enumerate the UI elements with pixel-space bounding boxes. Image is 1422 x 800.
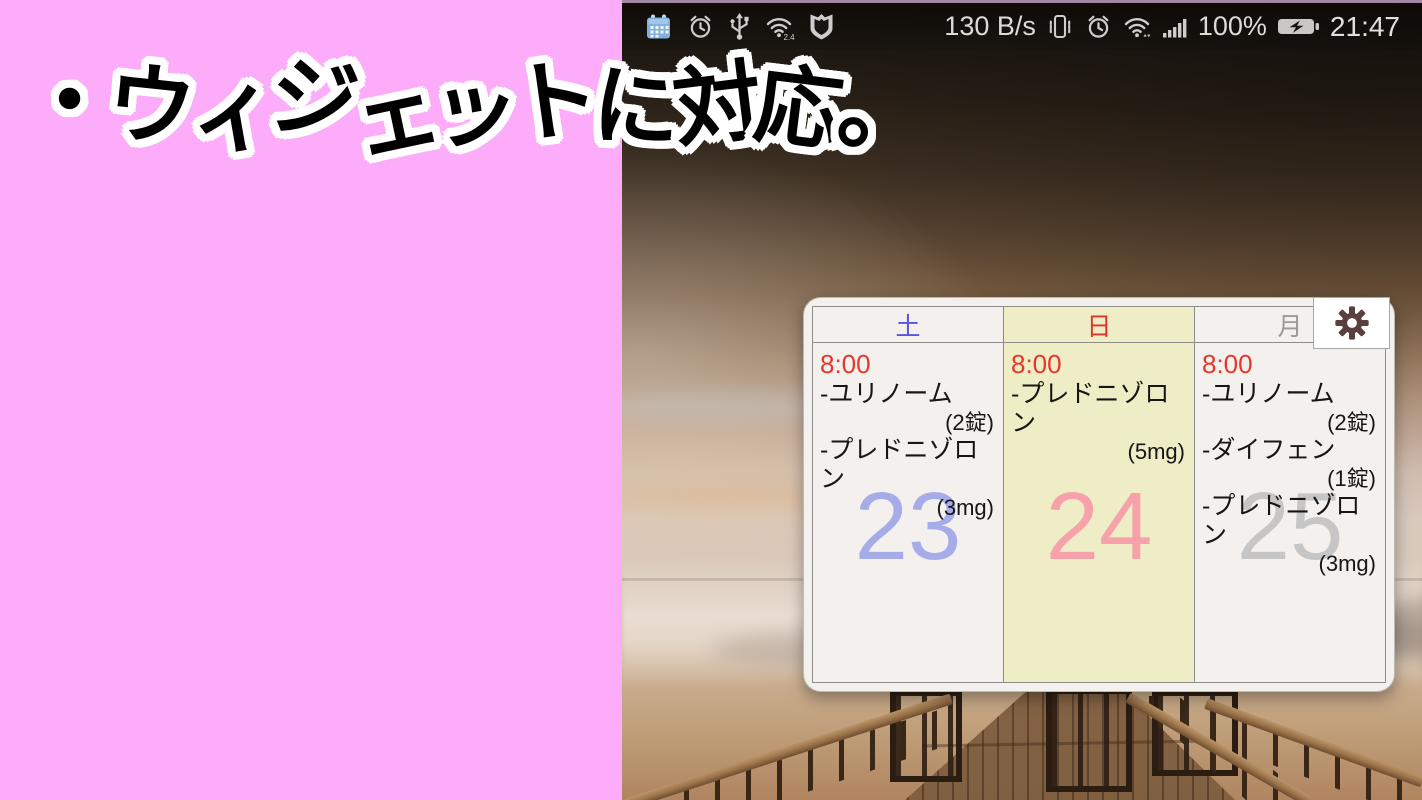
med-name: -プレドニゾロン bbox=[1011, 380, 1170, 437]
clock-label: 21:47 bbox=[1329, 10, 1400, 42]
pier-gate-frame bbox=[1046, 688, 1132, 792]
alarm-icon bbox=[1088, 15, 1109, 38]
usb-icon bbox=[730, 13, 749, 40]
med-dose: (3mg) bbox=[1318, 551, 1376, 576]
med-dose: (2錠) bbox=[945, 410, 994, 435]
day-column-saturday[interactable]: 8:00 -ユリノーム (2錠) -プレドニゾロン (3mg) 23 bbox=[813, 343, 1004, 682]
day-header-sunday[interactable]: 日 bbox=[1004, 307, 1195, 342]
net-speed-label: 130 B/s bbox=[944, 11, 1036, 41]
widget-day-header: 土 日 月 bbox=[813, 307, 1385, 343]
day-column-monday[interactable]: 8:00 -ユリノーム (2錠) -ダイフェン (1錠) -プレドニゾロン (3… bbox=[1195, 343, 1385, 682]
med-dose: (2錠) bbox=[1327, 410, 1376, 435]
med-dose: (1錠) bbox=[1327, 466, 1376, 491]
med-name: -プレドニゾロン bbox=[820, 436, 979, 493]
date-number: 24 bbox=[1045, 473, 1153, 580]
dose-time: 8:00 bbox=[1011, 349, 1062, 379]
shield-icon bbox=[810, 14, 833, 40]
status-bar-left: 2.4 bbox=[644, 12, 835, 41]
widget-body: 8:00 -ユリノーム (2錠) -プレドニゾロン (3mg) 23 8:00 … bbox=[813, 343, 1385, 682]
med-name: -ダイフェン bbox=[1202, 436, 1336, 464]
status-bar-right: 130 B/s 100% 21:47 bbox=[944, 11, 1400, 43]
widget-frame: 土 日 月 8:00 -ユリノーム (2錠) -プレドニゾロン (3mg) 23… bbox=[812, 306, 1386, 683]
med-dose: (5mg) bbox=[1127, 439, 1185, 464]
med-name: -ユリノーム bbox=[1202, 380, 1335, 408]
day-header-saturday[interactable]: 土 bbox=[813, 307, 1004, 342]
med-name: -プレドニゾロン bbox=[1202, 492, 1361, 549]
screen-top-line bbox=[622, 0, 1422, 3]
alarm-icon bbox=[690, 15, 711, 38]
dose-time: 8:00 bbox=[820, 349, 871, 379]
wifi-icon bbox=[1124, 17, 1151, 38]
battery-percent-label: 100% bbox=[1197, 11, 1267, 41]
calendar-icon bbox=[647, 14, 670, 39]
wifi-band-label: 2.4 bbox=[784, 33, 796, 41]
screenshot-root: ・ウィジェットに対応。 2.4 130 B/s 100% 21:47 土 日 月… bbox=[0, 0, 1422, 800]
widget-settings-button[interactable] bbox=[1313, 297, 1390, 349]
medication-widget[interactable]: 土 日 月 8:00 -ユリノーム (2錠) -プレドニゾロン (3mg) 23… bbox=[803, 297, 1395, 692]
gear-icon bbox=[1334, 306, 1369, 340]
dose-time: 8:00 bbox=[1202, 349, 1253, 379]
vibrate-icon bbox=[1049, 14, 1071, 39]
day-column-sunday[interactable]: 8:00 -プレドニゾロン (5mg) 24 bbox=[1004, 343, 1195, 682]
promo-headline: ・ウィジェットに対応。 bbox=[23, 44, 924, 175]
med-name: -ユリノーム bbox=[820, 380, 953, 408]
battery-charging-icon bbox=[1277, 19, 1319, 34]
wifi-2.4-icon: 2.4 bbox=[766, 17, 796, 41]
signal-icon bbox=[1162, 19, 1187, 38]
status-bar: 2.4 130 B/s 100% 21:47 bbox=[622, 0, 1422, 50]
med-dose: (3mg) bbox=[936, 495, 994, 520]
